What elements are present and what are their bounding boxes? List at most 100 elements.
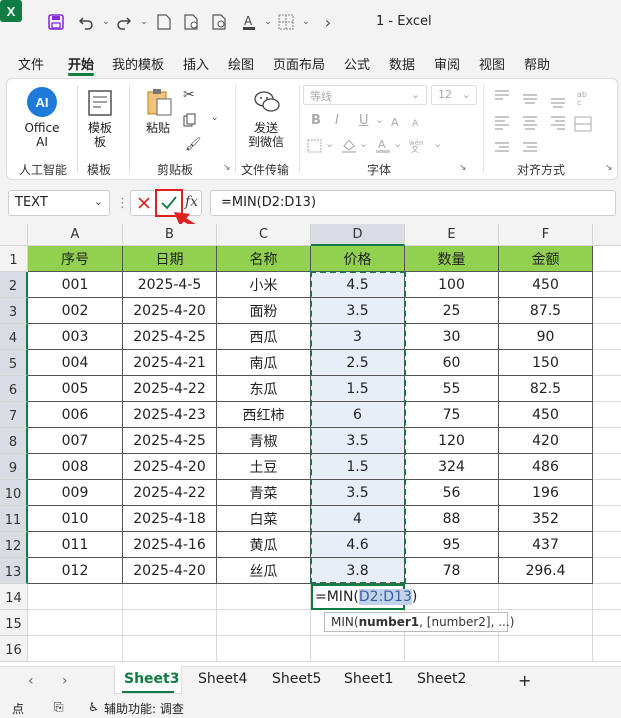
chevron-down-icon[interactable]: ⌄	[433, 137, 442, 150]
paste-button[interactable]: 粘贴	[141, 121, 175, 135]
table-cell[interactable]: 青椒	[217, 428, 311, 454]
table-cell[interactable]: 2025-4-25	[123, 324, 217, 350]
header-cell-b[interactable]: 日期	[123, 246, 217, 272]
empty-cell[interactable]	[28, 610, 123, 636]
table-cell[interactable]: 西瓜	[217, 324, 311, 350]
row-header-9[interactable]: 9	[0, 454, 28, 480]
tab-sheet5[interactable]: Sheet5	[272, 671, 321, 687]
table-cell[interactable]: 296.4	[499, 558, 593, 584]
table-cell[interactable]: 95	[405, 532, 499, 558]
table-cell[interactable]: 3.5	[311, 298, 405, 324]
chevron-down-icon[interactable]: ⌄	[393, 137, 402, 150]
table-cell[interactable]: 82.5	[499, 376, 593, 402]
chevron-down-icon[interactable]: ⌄	[359, 137, 368, 150]
table-cell[interactable]: 3.5	[311, 480, 405, 506]
table-cell[interactable]: 4.6	[311, 532, 405, 558]
empty-cell[interactable]	[405, 636, 499, 662]
borders-icon[interactable]	[276, 12, 296, 32]
empty-cell[interactable]	[123, 610, 217, 636]
column-header-e[interactable]: E	[405, 224, 499, 246]
menu-home[interactable]: 开始	[68, 54, 94, 73]
tab-sheet3[interactable]: Sheet3	[124, 671, 179, 687]
table-cell[interactable]: 324	[405, 454, 499, 480]
insert-function-icon[interactable]: fx	[185, 194, 198, 210]
wechat-icon[interactable]	[253, 89, 281, 115]
borders-icon[interactable]	[307, 139, 323, 153]
table-cell[interactable]: 002	[28, 298, 123, 324]
table-cell[interactable]: 006	[28, 402, 123, 428]
undo-dropdown-icon[interactable]: ⌄	[96, 12, 116, 32]
scroll-right-icon[interactable]: ›	[62, 673, 68, 689]
row-header-11[interactable]: 11	[0, 506, 28, 532]
table-cell[interactable]: 486	[499, 454, 593, 480]
header-cell-f[interactable]: 金额	[499, 246, 593, 272]
row-header-15[interactable]: 15	[0, 610, 28, 636]
empty-cell[interactable]	[593, 350, 621, 376]
column-header-d[interactable]: D	[311, 224, 405, 246]
font-decrease-icon[interactable]: A	[411, 115, 425, 129]
font-color-icon[interactable]: A	[240, 12, 260, 32]
menu-formulas[interactable]: 公式	[344, 54, 370, 73]
scroll-left-icon[interactable]: ‹	[28, 673, 34, 689]
table-cell[interactable]: 012	[28, 558, 123, 584]
empty-cell[interactable]	[593, 558, 621, 584]
row-header-10[interactable]: 10	[0, 480, 28, 506]
table-cell[interactable]: 005	[28, 376, 123, 402]
underline-button[interactable]: U	[359, 113, 369, 128]
menu-view[interactable]: 视图	[479, 54, 505, 73]
font-increase-icon[interactable]: A	[391, 115, 405, 129]
add-sheet-button[interactable]: +	[518, 671, 531, 690]
table-cell[interactable]: 2025-4-23	[123, 402, 217, 428]
empty-cell[interactable]	[593, 636, 621, 662]
chevron-down-icon[interactable]: ⌄	[375, 113, 384, 126]
function-tooltip[interactable]: MIN(number1, [number2], ...)	[324, 612, 514, 632]
redo-icon[interactable]	[114, 12, 134, 32]
bold-button[interactable]: B	[311, 113, 321, 128]
table-cell[interactable]: 011	[28, 532, 123, 558]
table-cell[interactable]: 007	[28, 428, 123, 454]
table-cell[interactable]: 010	[28, 506, 123, 532]
accessibility-status[interactable]: 辅助功能: 调查	[104, 700, 184, 717]
formula-input[interactable]: =MIN(D2:D13)	[210, 190, 616, 216]
empty-cell[interactable]	[593, 428, 621, 454]
table-cell[interactable]: 009	[28, 480, 123, 506]
row-header-14[interactable]: 14	[0, 584, 28, 610]
table-cell[interactable]: 2025-4-22	[123, 376, 217, 402]
header-cell-e[interactable]: 数量	[405, 246, 499, 272]
editing-cell-d14[interactable]: =MIN(D2:D13)	[311, 584, 417, 610]
empty-cell[interactable]	[593, 584, 621, 610]
more-options-icon[interactable]: ⋮	[116, 196, 129, 211]
table-cell[interactable]: 352	[499, 506, 593, 532]
column-header-a[interactable]: A	[28, 224, 123, 246]
table-cell[interactable]: 420	[499, 428, 593, 454]
accessibility-icon[interactable]: ♿	[88, 700, 99, 714]
table-cell[interactable]: 西红柿	[217, 402, 311, 428]
save-icon[interactable]	[46, 12, 66, 32]
table-cell[interactable]: 面粉	[217, 298, 311, 324]
empty-cell[interactable]	[499, 636, 593, 662]
template-button[interactable]: 模板	[87, 121, 113, 135]
row-header-13[interactable]: 13	[0, 558, 28, 584]
table-cell[interactable]: 3.5	[311, 428, 405, 454]
table-cell[interactable]: 小米	[217, 272, 311, 298]
table-cell[interactable]: 2025-4-22	[123, 480, 217, 506]
name-box[interactable]: TEXT ⌄	[8, 190, 110, 216]
empty-cell[interactable]	[593, 480, 621, 506]
redo-dropdown-icon[interactable]: ⌄	[134, 12, 154, 32]
table-cell[interactable]: 008	[28, 454, 123, 480]
row-header-6[interactable]: 6	[0, 376, 28, 402]
header-cell-a[interactable]: 序号	[28, 246, 123, 272]
phonetic-icon[interactable]: wén 文	[409, 137, 431, 154]
table-cell[interactable]: 450	[499, 272, 593, 298]
customize-toolbar-icon[interactable]: ›	[318, 12, 338, 32]
table-cell[interactable]: 2.5	[311, 350, 405, 376]
menu-help[interactable]: 帮助	[524, 54, 550, 73]
menu-draw[interactable]: 绘图	[228, 54, 254, 73]
row-header-1[interactable]: 1	[0, 246, 28, 272]
menu-insert[interactable]: 插入	[183, 54, 209, 73]
table-cell[interactable]: 55	[405, 376, 499, 402]
table-cell[interactable]: 2025-4-25	[123, 428, 217, 454]
font-size-select[interactable]: 12 ⌄	[431, 85, 477, 105]
table-cell[interactable]: 78	[405, 558, 499, 584]
menu-my-templates[interactable]: 我的模板	[112, 54, 164, 73]
